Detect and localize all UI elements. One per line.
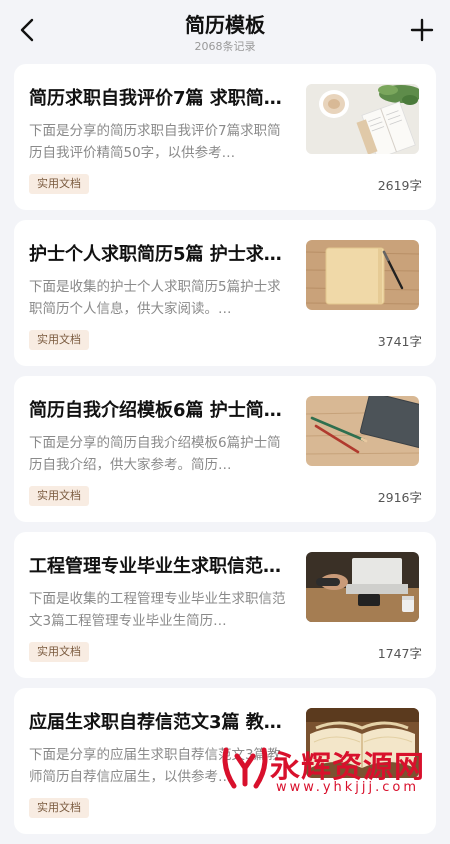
- category-tag: 实用文档: [29, 798, 89, 818]
- item-title: 护士个人求职简历5篇 护士求职简历个人信息: [29, 244, 291, 265]
- notebook-pen-image: [306, 240, 419, 310]
- page-title: 简历模板: [185, 13, 265, 37]
- item-title: 简历自我介绍模板6篇 护士简历自我介绍: [29, 400, 291, 421]
- list-item[interactable]: 护士个人求职简历5篇 护士求职简历个人信息 下面是收集的护士个人求职简历5篇护士…: [14, 220, 436, 366]
- plus-icon: [410, 18, 434, 42]
- item-description: 下面是收集的护士个人求职简历5篇护士求职简历个人信息，供大家阅读。…: [29, 279, 281, 317]
- category-tag: 实用文档: [29, 330, 89, 350]
- item-title: 简历求职自我评价7篇 求职简历自我评价精简50字: [29, 88, 291, 109]
- word-count: 3741字: [377, 334, 422, 349]
- watermark-url: www.yhkjjj.com: [276, 780, 420, 795]
- category-tag: 实用文档: [29, 486, 89, 506]
- category-tag: 实用文档: [29, 174, 89, 194]
- list-item[interactable]: 工程管理专业毕业生求职信范文3篇 下面是收集的工程管理专业毕业生求职信范文3篇工…: [14, 532, 436, 678]
- book-coffee-image: [306, 84, 419, 154]
- pencils-notebook-image: [306, 396, 419, 466]
- record-count: 2068条记录: [194, 40, 256, 53]
- article-list: 简历求职自我评价7篇 求职简历自我评价精简50字 下面是分享的简历求职自我评价7…: [14, 64, 436, 844]
- list-item[interactable]: 简历自我介绍模板6篇 护士简历自我介绍 下面是分享的简历自我介绍模板6篇护士简历…: [14, 376, 436, 522]
- watermark-logo: 永辉资源网 www.yhkjjj.com: [218, 736, 450, 800]
- list-item[interactable]: 简历求职自我评价7篇 求职简历自我评价精简50字 下面是分享的简历求职自我评价7…: [14, 64, 436, 210]
- add-button[interactable]: [408, 16, 436, 44]
- top-bar: 简历模板 2068条记录: [0, 0, 450, 60]
- item-title: 应届生求职自荐信范文3篇 教师简历自荐信: [29, 712, 291, 733]
- item-description: 下面是收集的工程管理专业毕业生求职信范文3篇工程管理专业毕业生简历…: [29, 591, 286, 629]
- word-count: 2619字: [377, 178, 422, 193]
- laptop-desk-image: [306, 552, 419, 622]
- site-logo-icon: [222, 747, 268, 789]
- item-title: 工程管理专业毕业生求职信范文3篇: [29, 556, 291, 577]
- item-description: 下面是分享的简历自我介绍模板6篇护士简历自我介绍，供大家参考。简历…: [29, 435, 281, 473]
- category-tag: 实用文档: [29, 642, 89, 662]
- word-count: 2916字: [377, 490, 422, 505]
- word-count: 1747字: [377, 646, 422, 661]
- item-description: 下面是分享的简历求职自我评价7篇求职简历自我评价精简50字，以供参考…: [29, 123, 281, 161]
